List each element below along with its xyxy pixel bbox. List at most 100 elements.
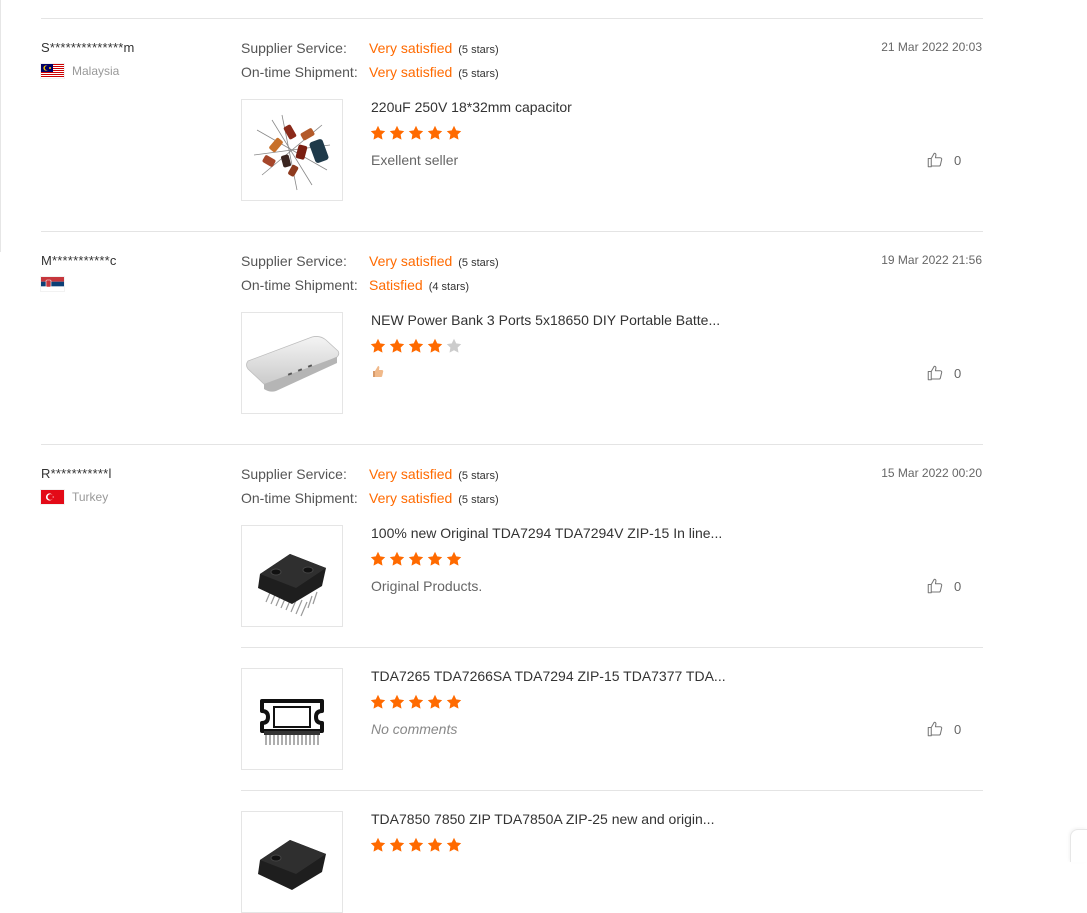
star-filled-icon xyxy=(408,837,424,852)
star-filled-icon xyxy=(370,694,386,709)
turkey-flag-icon xyxy=(41,490,64,504)
like-count: 0 xyxy=(954,152,962,168)
shipment-rating: On-time Shipment: xyxy=(241,277,358,295)
star-filled-icon xyxy=(370,837,386,852)
supplier-service-value-group: Very satisfied (5 stars) xyxy=(369,466,499,484)
product-thumbnail[interactable] xyxy=(241,312,343,414)
star-filled-icon xyxy=(389,837,405,852)
malaysia-flag-icon xyxy=(41,64,64,78)
shipment-value: Very satisfied xyxy=(369,64,453,80)
ic-chip-icon xyxy=(258,840,326,890)
star-filled-icon xyxy=(389,551,405,566)
buyer-country: Turkey xyxy=(41,490,108,504)
shipment-value-group: Satisfied (4 stars) xyxy=(369,277,469,295)
product-rating-stars xyxy=(370,125,462,141)
product-thumbnail[interactable] xyxy=(241,811,343,913)
review-date: 21 Mar 2022 20:03 xyxy=(881,40,982,54)
supplier-service-rating: Supplier Service: xyxy=(241,253,347,271)
product-title[interactable]: TDA7265 TDA7266SA TDA7294 ZIP-15 TDA7377… xyxy=(371,668,726,684)
shipment-label: On-time Shipment: xyxy=(241,64,358,80)
shipment-value: Very satisfied xyxy=(369,490,453,506)
like-button[interactable]: 0 xyxy=(926,151,961,169)
product-thumbnail[interactable] xyxy=(241,99,343,201)
star-filled-icon xyxy=(389,694,405,709)
supplier-service-label: Supplier Service: xyxy=(241,40,347,56)
shipment-stars: (4 stars) xyxy=(428,281,470,293)
shipment-value-group: Very satisfied (5 stars) xyxy=(369,64,499,82)
buyer-country xyxy=(41,277,64,291)
ic-chip-icon xyxy=(258,554,326,617)
product-thumbnail[interactable] xyxy=(241,525,343,627)
supplier-service-rating: Supplier Service: xyxy=(241,40,347,58)
product-title[interactable]: TDA7850 7850 ZIP TDA7850A ZIP-25 new and… xyxy=(371,811,714,827)
review-comment: Original Products. xyxy=(371,578,483,594)
supplier-service-value: Very satisfied xyxy=(369,253,453,269)
supplier-service-rating: Supplier Service: xyxy=(241,466,347,484)
item-divider xyxy=(241,647,983,648)
review-divider xyxy=(41,231,983,232)
like-button[interactable]: 0 xyxy=(926,720,961,738)
star-filled-icon xyxy=(427,694,443,709)
supplier-service-stars: (5 stars) xyxy=(458,470,499,482)
review-divider xyxy=(41,18,983,19)
review-date: 19 Mar 2022 21:56 xyxy=(881,253,982,267)
review-comment xyxy=(371,365,384,383)
product-rating-stars xyxy=(370,837,462,853)
star-filled-icon xyxy=(408,338,424,353)
item-divider xyxy=(241,790,983,791)
supplier-service-stars: (5 stars) xyxy=(458,44,499,56)
product-title[interactable]: 220uF 250V 18*32mm capacitor xyxy=(371,99,572,115)
star-filled-icon xyxy=(427,338,443,353)
product-rating-stars xyxy=(370,338,462,354)
star-filled-icon xyxy=(408,694,424,709)
supplier-service-label: Supplier Service: xyxy=(241,253,347,269)
shipment-stars: (5 stars) xyxy=(458,494,499,506)
buyer-country: Malaysia xyxy=(41,64,119,78)
supplier-service-value: Very satisfied xyxy=(369,40,453,56)
like-count: 0 xyxy=(954,721,962,737)
ic-package-outline-icon xyxy=(260,699,324,745)
star-filled-icon xyxy=(427,125,443,140)
shipment-label: On-time Shipment: xyxy=(241,277,358,293)
star-filled-icon xyxy=(446,837,462,852)
shipment-rating: On-time Shipment: xyxy=(241,490,358,508)
star-filled-icon xyxy=(389,125,405,140)
country-name: Turkey xyxy=(72,490,109,504)
thumbs-up-icon xyxy=(927,578,943,594)
star-filled-icon xyxy=(389,338,405,353)
supplier-service-value: Very satisfied xyxy=(369,466,453,482)
shipment-label: On-time Shipment: xyxy=(241,490,358,506)
star-filled-icon xyxy=(427,551,443,566)
star-filled-icon xyxy=(446,125,462,140)
thumbs-up-icon xyxy=(927,365,943,381)
supplier-service-value-group: Very satisfied (5 stars) xyxy=(369,40,499,58)
product-title[interactable]: 100% new Original TDA7294 TDA7294V ZIP-1… xyxy=(371,525,722,541)
review-divider xyxy=(41,444,983,445)
star-filled-icon xyxy=(446,551,462,566)
product-title[interactable]: NEW Power Bank 3 Ports 5x18650 DIY Porta… xyxy=(371,312,720,328)
country-name: Malaysia xyxy=(72,64,120,78)
shipment-value: Satisfied xyxy=(369,277,423,293)
product-rating-stars xyxy=(370,694,462,710)
buyer-name: S**************m xyxy=(41,40,135,55)
buyer-name: M***********c xyxy=(41,253,117,268)
power-bank-icon xyxy=(246,336,340,392)
supplier-service-value-group: Very satisfied (5 stars) xyxy=(369,253,499,271)
serbia-flag-icon xyxy=(41,277,64,291)
supplier-service-stars: (5 stars) xyxy=(458,257,499,269)
thumbs-up-icon xyxy=(927,721,943,737)
thumbs-up-icon xyxy=(927,152,943,168)
review-comment: No comments xyxy=(371,721,458,737)
review-comment: Exellent seller xyxy=(371,152,459,168)
like-button[interactable]: 0 xyxy=(926,364,961,382)
like-button[interactable]: 0 xyxy=(926,577,961,595)
star-filled-icon xyxy=(370,551,386,566)
floating-widget-edge[interactable] xyxy=(1070,829,1087,862)
product-thumbnail[interactable] xyxy=(241,668,343,770)
supplier-service-label: Supplier Service: xyxy=(241,466,347,482)
star-filled-icon xyxy=(408,125,424,140)
buyer-name: R***********l xyxy=(41,466,112,481)
star-filled-icon xyxy=(370,125,386,140)
shipment-stars: (5 stars) xyxy=(458,68,499,80)
star-filled-icon xyxy=(427,837,443,852)
